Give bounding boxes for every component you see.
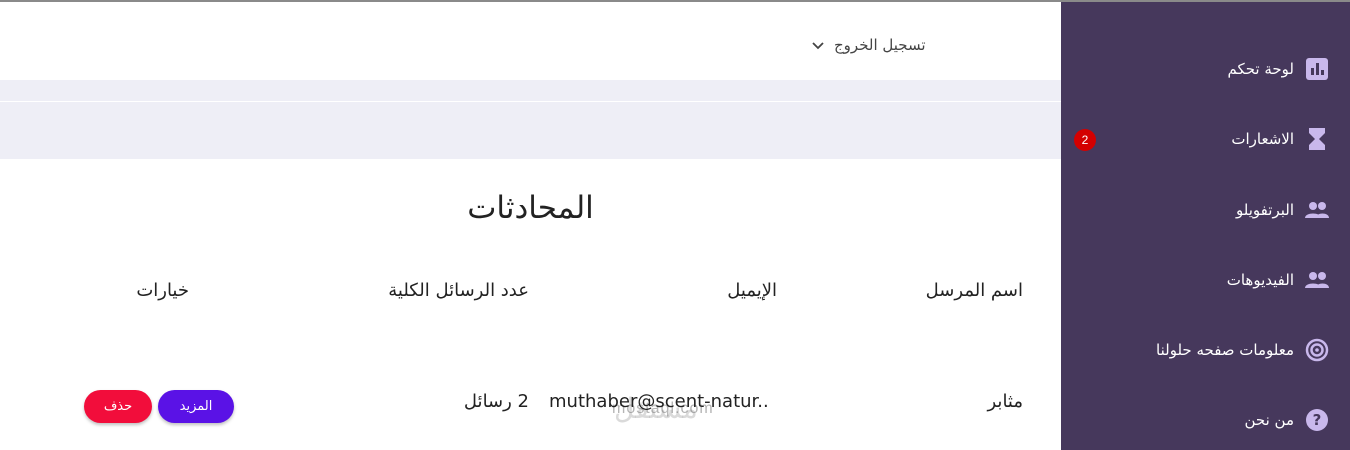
people-icon bbox=[1304, 197, 1330, 223]
chevron-down-icon bbox=[812, 35, 824, 54]
header-band bbox=[0, 80, 1061, 159]
sidebar-item-about[interactable]: ? من نحن bbox=[1245, 407, 1331, 433]
page-title: المحادثات bbox=[467, 190, 594, 226]
cell-sender: مثابر bbox=[987, 391, 1024, 412]
sidebar: لوحة تحكم الاشعارات البرتفويلو الفيديوها… bbox=[1061, 2, 1350, 450]
sidebar-item-label: لوحة تحكم bbox=[1227, 60, 1294, 78]
sidebar-item-label: الاشعارات bbox=[1231, 130, 1294, 148]
sidebar-item-dashboard[interactable]: لوحة تحكم bbox=[1227, 56, 1330, 82]
top-header: تسجيل الخروج bbox=[0, 2, 1061, 80]
column-header-sender: اسم المرسل bbox=[925, 280, 1023, 301]
column-header-options: خيارات bbox=[136, 280, 189, 301]
more-button[interactable]: المزيد bbox=[158, 390, 234, 423]
svg-text:?: ? bbox=[1313, 411, 1322, 429]
column-header-email: الإيميل bbox=[727, 280, 777, 301]
help-icon: ? bbox=[1304, 407, 1330, 433]
sidebar-item-videos[interactable]: الفيديوهات bbox=[1227, 267, 1330, 293]
people-icon bbox=[1304, 267, 1330, 293]
sidebar-item-label: من نحن bbox=[1244, 411, 1295, 429]
sidebar-item-label: الفيديوهات bbox=[1226, 271, 1294, 289]
cell-message-count: 2 رسائل bbox=[463, 391, 529, 412]
logout-label: تسجيل الخروج bbox=[834, 35, 926, 54]
target-icon bbox=[1304, 337, 1330, 363]
hourglass-icon bbox=[1304, 126, 1330, 152]
sidebar-item-solutions-info[interactable]: معلومات صفحه حلولنا bbox=[1156, 337, 1330, 363]
sidebar-item-label: معلومات صفحه حلولنا bbox=[1156, 341, 1294, 359]
chart-icon bbox=[1304, 56, 1330, 82]
delete-button[interactable]: حذف bbox=[84, 390, 152, 423]
sidebar-item-notifications[interactable]: الاشعارات bbox=[1231, 126, 1330, 152]
band-divider bbox=[0, 101, 1061, 102]
logout-dropdown[interactable]: تسجيل الخروج bbox=[812, 35, 926, 54]
notifications-badge: 2 bbox=[1074, 129, 1096, 151]
sidebar-item-portfolio[interactable]: البرتفويلو bbox=[1236, 197, 1330, 223]
column-header-message-count: عدد الرسائل الكلية bbox=[388, 280, 529, 301]
sidebar-item-label: البرتفويلو bbox=[1236, 201, 1294, 219]
cell-email: muthaber@scent-natur.. bbox=[549, 391, 769, 412]
